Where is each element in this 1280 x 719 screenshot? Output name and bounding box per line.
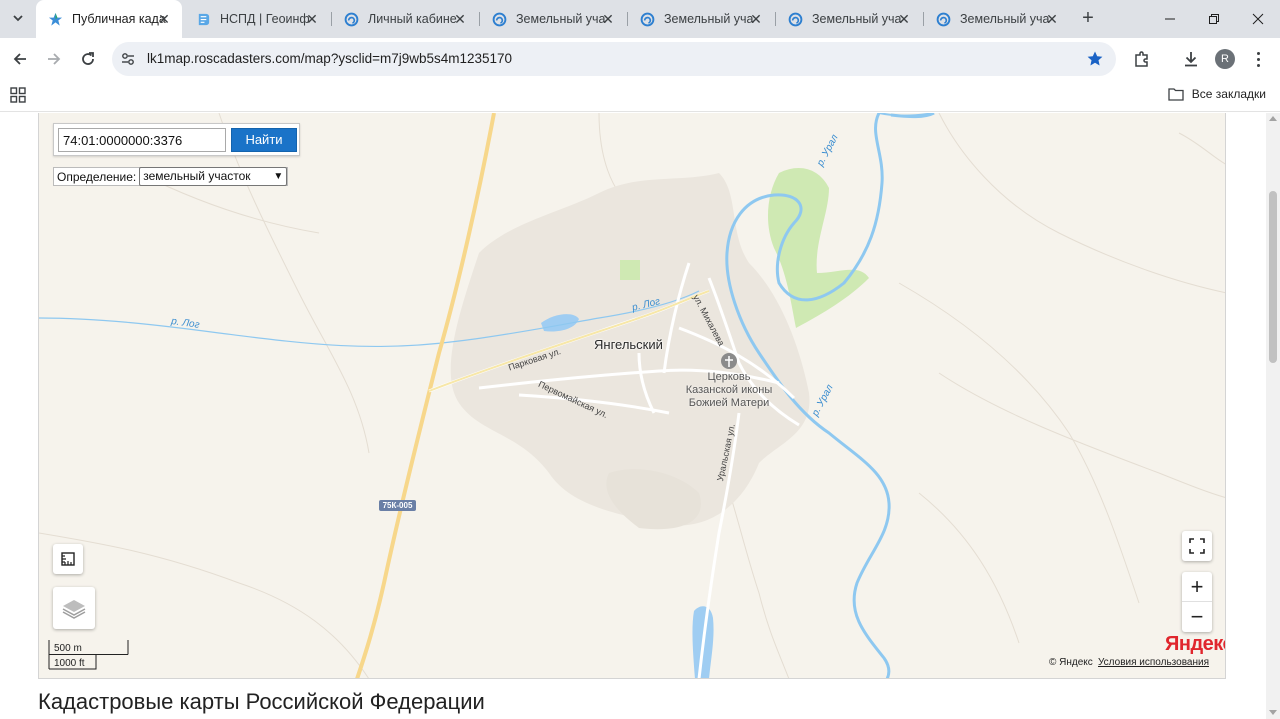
yandex-logo[interactable]: Яндекс	[1165, 633, 1225, 656]
chevron-down-icon	[13, 15, 23, 22]
page-heading: Кадастровые карты Российской Федерации	[38, 689, 485, 714]
terms-link[interactable]: Условия использования	[1098, 657, 1209, 668]
page-content: Янгельский Церковь Казанской иконы Божие…	[0, 113, 1266, 719]
scale-bar: 500 m 1000 ft	[48, 640, 130, 670]
restore-button[interactable]	[1192, 0, 1236, 38]
reload-icon	[82, 52, 94, 65]
menu-dot-icon	[1256, 51, 1260, 55]
tab-strip: Публичная када ✕ НСПД | Геоинф ✕ Личный …	[0, 0, 1280, 38]
map-container[interactable]: Янгельский Церковь Казанской иконы Божие…	[38, 113, 1226, 679]
layers-icon	[62, 600, 86, 619]
close-tab-icon[interactable]: ✕	[304, 11, 320, 27]
minimize-button[interactable]	[1148, 0, 1192, 38]
browser-tab-3[interactable]: Личный кабине ✕	[332, 0, 478, 38]
close-tab-icon[interactable]: ✕	[156, 11, 172, 27]
fullscreen-icon	[1189, 538, 1205, 554]
forward-button[interactable]	[38, 43, 70, 75]
definition-selected-value: земельный участок	[143, 169, 251, 183]
folder-icon	[1168, 88, 1184, 101]
lk-icon	[788, 12, 803, 26]
puzzle-icon	[1135, 51, 1148, 67]
cadastral-search-box: Найти	[53, 123, 300, 156]
download-icon	[1185, 52, 1197, 67]
close-window-button[interactable]	[1236, 0, 1280, 38]
roscad-icon	[48, 12, 63, 26]
find-button[interactable]: Найти	[231, 128, 297, 152]
close-icon	[1252, 13, 1264, 25]
map-canvas[interactable]	[39, 113, 1226, 679]
chevron-down-icon: ▼	[273, 171, 284, 182]
lk-icon	[640, 12, 655, 26]
scale-imperial-label: 1000 ft	[54, 658, 85, 669]
bookmarks-bar: Все закладки	[0, 80, 1280, 112]
browser-tab-4[interactable]: Земельный уча ✕	[480, 0, 626, 38]
ruler-icon	[61, 552, 75, 566]
ruler-button[interactable]	[53, 544, 83, 574]
scrollbar-thumb[interactable]	[1269, 191, 1277, 363]
site-settings-icon[interactable]	[120, 51, 136, 67]
arrow-right-icon	[48, 53, 61, 65]
zoom-in-button[interactable]: +	[1182, 572, 1212, 602]
reload-button[interactable]	[72, 43, 104, 75]
browser-tab-6[interactable]: Земельный уча ✕	[776, 0, 922, 38]
town-label: Янгельский	[594, 337, 663, 352]
downloads-button[interactable]	[1179, 47, 1203, 71]
profile-avatar[interactable]: R	[1215, 49, 1235, 69]
scroll-down-arrow-icon[interactable]	[1269, 710, 1277, 715]
zoom-control: + −	[1182, 572, 1212, 632]
bookmark-star-icon[interactable]	[1086, 50, 1104, 68]
close-tab-icon[interactable]: ✕	[1044, 11, 1060, 27]
road-badge-label: 75К-005	[382, 501, 413, 510]
church-marker[interactable]	[721, 353, 737, 369]
close-tab-icon[interactable]: ✕	[600, 11, 616, 27]
layers-button[interactable]	[53, 587, 95, 629]
minimize-icon	[1165, 18, 1175, 20]
back-button[interactable]	[4, 43, 36, 75]
lk-icon	[936, 12, 951, 26]
church-label: Церковь Казанской иконы Божией Матери	[685, 371, 773, 409]
browser-toolbar: lk1map.roscadasters.com/map?ysclid=m7j9w…	[0, 38, 1280, 80]
arrow-left-icon	[13, 53, 26, 65]
close-tab-icon[interactable]: ✕	[452, 11, 468, 27]
zoom-out-button[interactable]: −	[1182, 602, 1212, 632]
park-area	[620, 260, 640, 280]
fullscreen-button[interactable]	[1182, 531, 1212, 561]
browser-menu-button[interactable]	[1248, 49, 1268, 69]
browser-tab-2[interactable]: НСПД | Геоинф ✕	[184, 0, 330, 38]
url-text[interactable]: lk1map.roscadasters.com/map?ysclid=m7j9w…	[147, 51, 512, 66]
page-scrollbar[interactable]	[1266, 113, 1280, 719]
apps-grid-icon[interactable]	[10, 87, 26, 103]
tab-search-button[interactable]	[6, 6, 30, 30]
menu-dot-icon	[1256, 57, 1260, 61]
definition-select[interactable]: земельный участок ▼	[139, 167, 288, 186]
all-bookmarks-label: Все закладки	[1191, 87, 1266, 101]
browser-tab-7[interactable]: Земельный уча ✕	[924, 0, 1070, 38]
address-bar[interactable]: lk1map.roscadasters.com/map?ysclid=m7j9w…	[112, 42, 1116, 76]
menu-dot-icon	[1256, 63, 1260, 67]
extensions-button[interactable]	[1130, 47, 1154, 71]
scale-metric-label: 500 m	[54, 643, 82, 654]
nspd-icon	[198, 13, 210, 25]
lk-icon	[492, 12, 507, 26]
scroll-up-arrow-icon[interactable]	[1269, 116, 1277, 121]
lk-icon	[344, 12, 359, 26]
browser-tab-1[interactable]: Публичная када ✕	[36, 0, 182, 38]
all-bookmarks-button[interactable]: Все закладки	[1168, 87, 1266, 101]
forest-area	[767, 168, 869, 328]
restore-icon	[1209, 14, 1219, 24]
definition-row: Определение: земельный участок ▼	[53, 167, 289, 186]
definition-label: Определение:	[57, 169, 137, 184]
close-tab-icon[interactable]: ✕	[896, 11, 912, 27]
map-copyright: © Яндекс	[1049, 657, 1093, 668]
browser-tab-5[interactable]: Земельный уча ✕	[628, 0, 774, 38]
cadastral-number-input[interactable]	[58, 128, 226, 152]
new-tab-button[interactable]: +	[1076, 7, 1100, 31]
close-tab-icon[interactable]: ✕	[748, 11, 764, 27]
